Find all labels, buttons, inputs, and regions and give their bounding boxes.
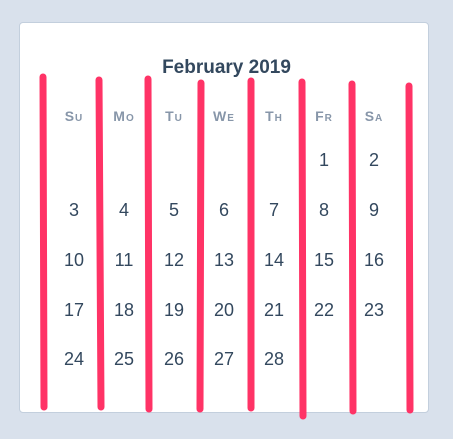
- weekday-wednesday: WE: [213, 108, 235, 124]
- day-cell[interactable]: 24: [49, 349, 99, 369]
- day-cell[interactable]: 4: [99, 200, 149, 220]
- day-cell[interactable]: 15: [299, 250, 349, 270]
- day-cell[interactable]: 21: [249, 300, 299, 320]
- weekday-sunday: SU: [64, 108, 84, 124]
- day-cell[interactable]: 23: [349, 300, 399, 320]
- day-cell[interactable]: 26: [149, 349, 199, 369]
- day-cell[interactable]: 16: [349, 250, 399, 270]
- weekday-friday: FR: [315, 108, 333, 124]
- day-cell[interactable]: 3: [49, 200, 99, 220]
- day-cell[interactable]: 9: [349, 200, 399, 220]
- day-cell[interactable]: 10: [49, 250, 99, 270]
- day-cell[interactable]: 22: [299, 300, 349, 320]
- day-cell[interactable]: 11: [99, 250, 149, 270]
- weekday-tuesday: TU: [165, 108, 183, 124]
- day-cell[interactable]: 18: [99, 300, 149, 320]
- day-cell[interactable]: 1: [299, 150, 349, 170]
- weekday-saturday: SA: [364, 108, 384, 124]
- day-cell[interactable]: 2: [349, 150, 399, 170]
- weekday-monday: MO: [113, 108, 135, 124]
- day-cell[interactable]: 8: [299, 200, 349, 220]
- day-cell[interactable]: 7: [249, 200, 299, 220]
- month-title: February 2019: [162, 57, 291, 78]
- day-cell[interactable]: 28: [249, 349, 299, 369]
- day-cell[interactable]: 25: [99, 349, 149, 369]
- weekday-thursday: TH: [265, 108, 283, 124]
- day-cell[interactable]: 13: [199, 250, 249, 270]
- day-cell[interactable]: 12: [149, 250, 199, 270]
- day-cell[interactable]: 27: [199, 349, 249, 369]
- day-cell[interactable]: 5: [149, 200, 199, 220]
- day-cell[interactable]: 20: [199, 300, 249, 320]
- day-cell[interactable]: 17: [49, 300, 99, 320]
- day-cell[interactable]: 19: [149, 300, 199, 320]
- day-cell[interactable]: 14: [249, 250, 299, 270]
- day-cell[interactable]: 6: [199, 200, 249, 220]
